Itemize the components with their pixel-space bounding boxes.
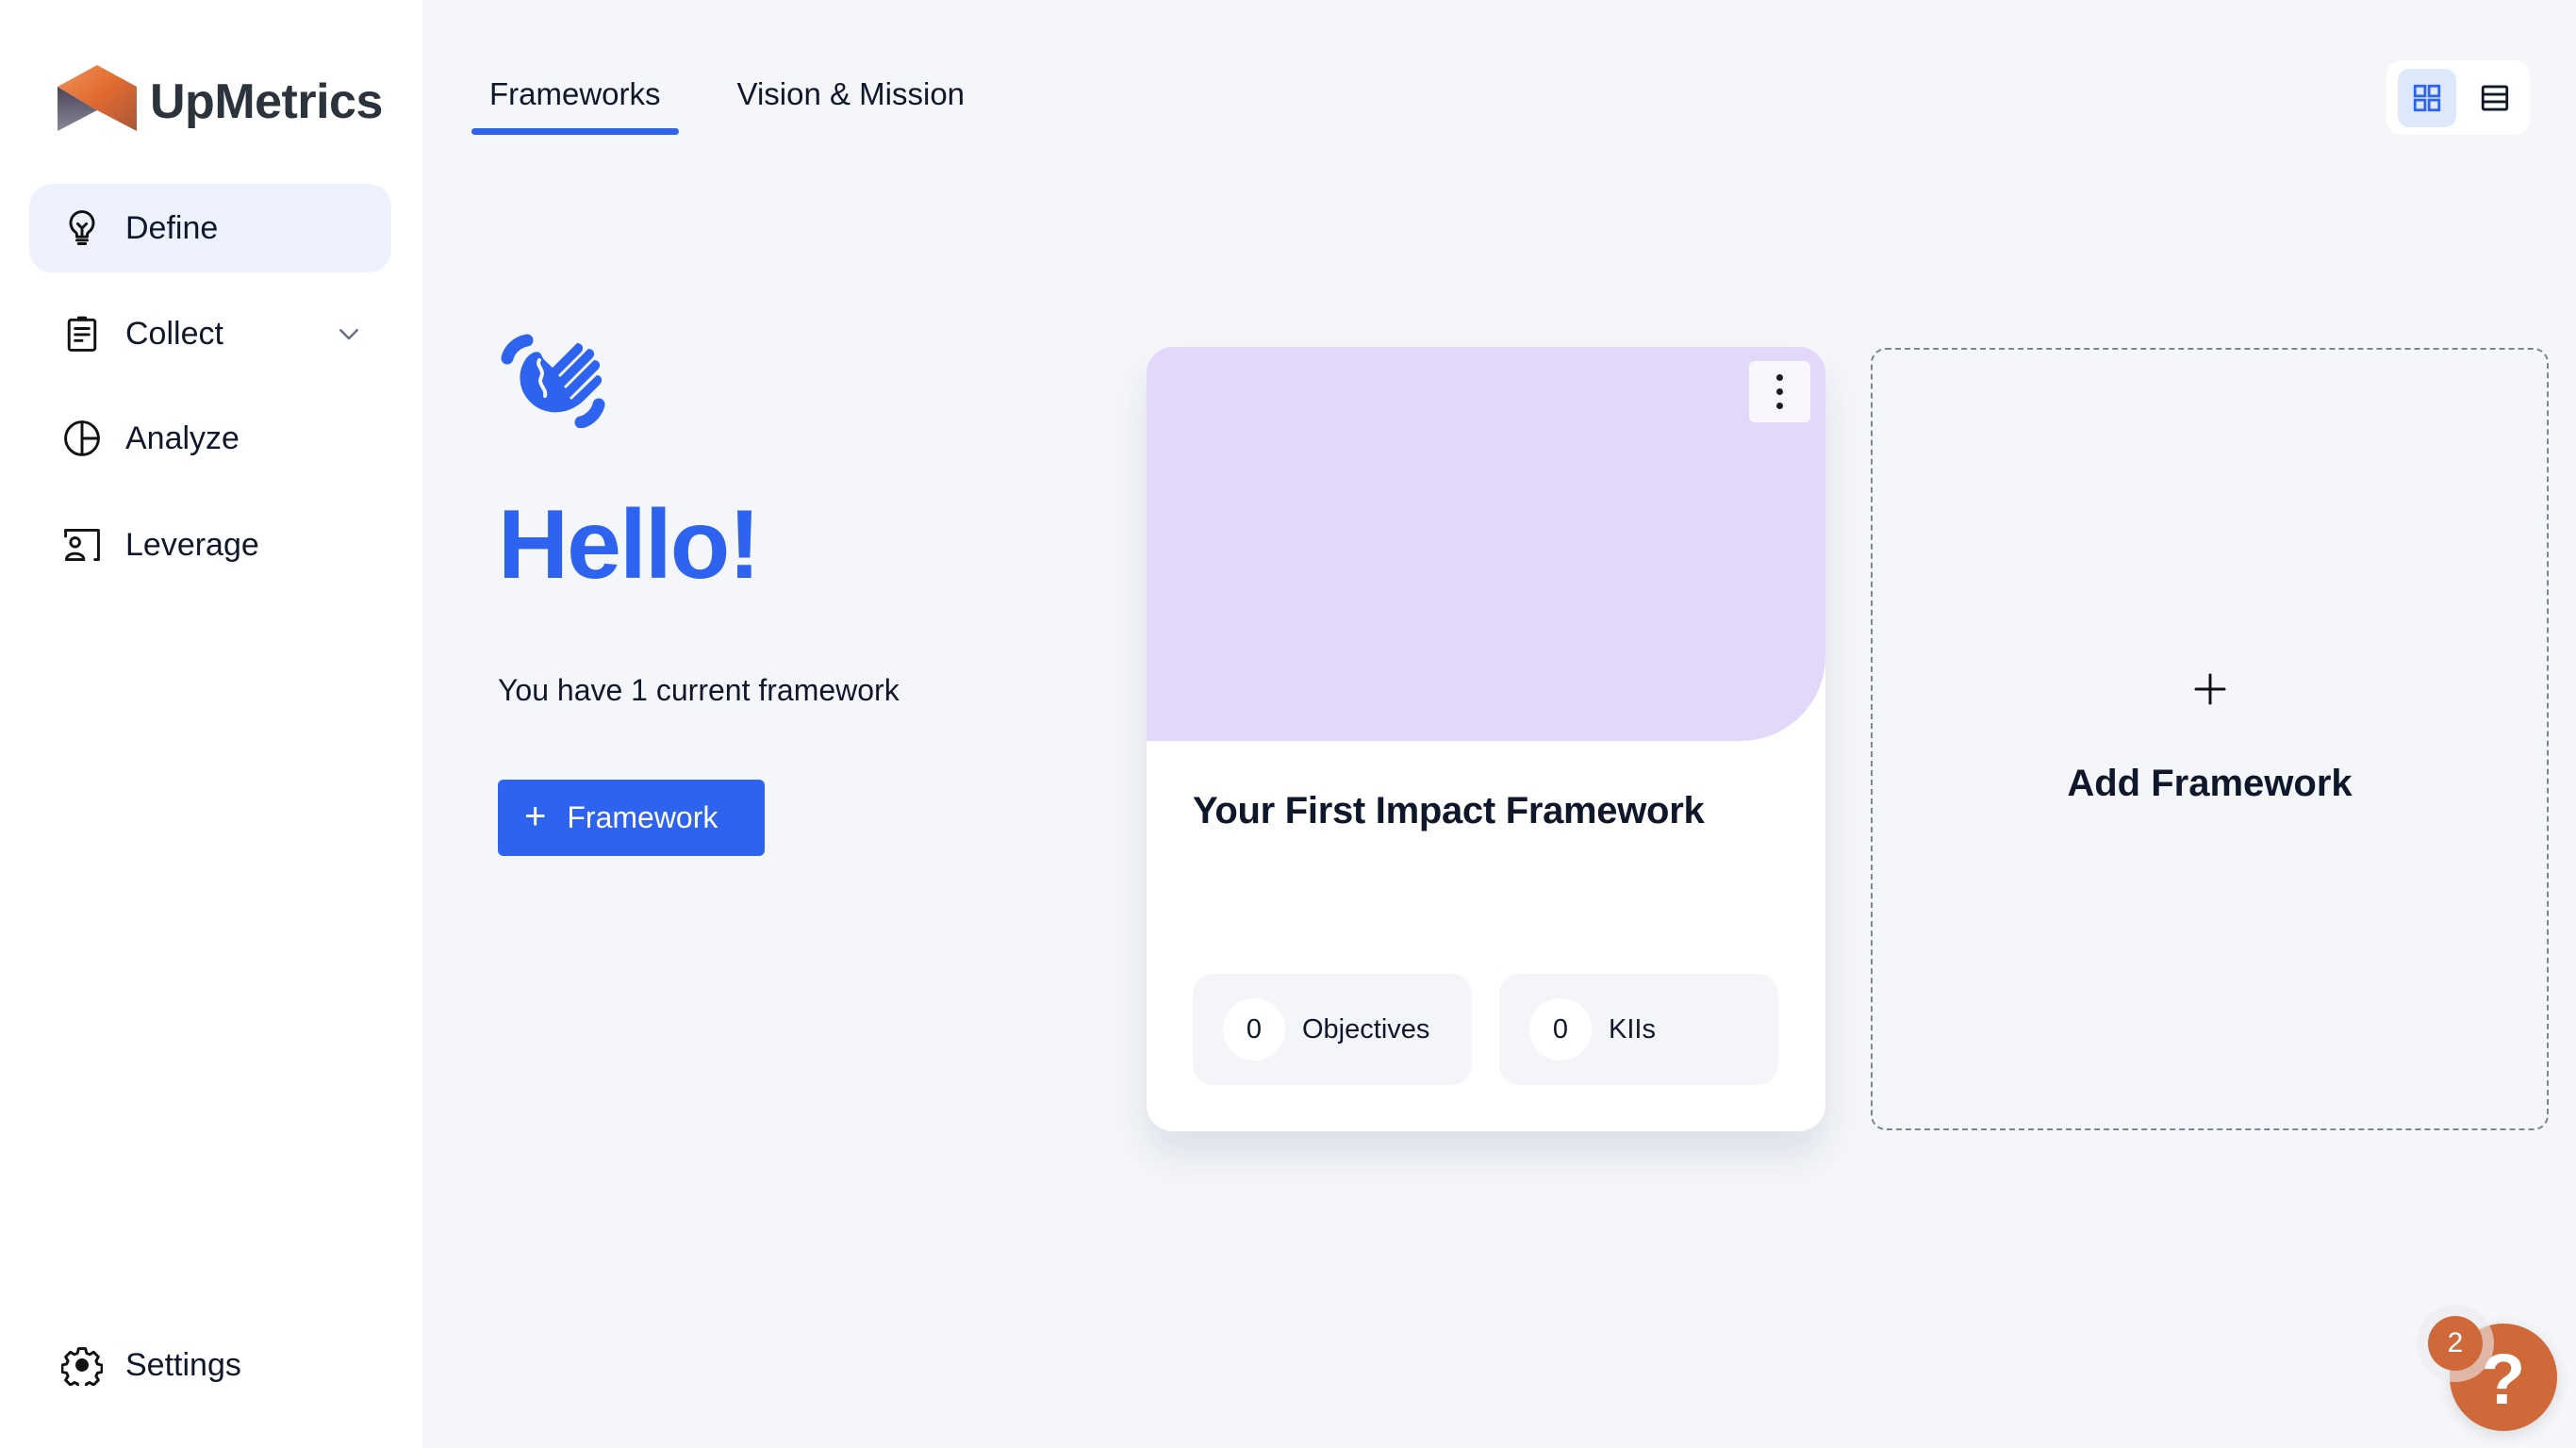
sidebar-item-collect[interactable]: Collect xyxy=(29,289,391,378)
sidebar-item-label: Leverage xyxy=(125,526,259,563)
sidebar-item-label: Settings xyxy=(125,1346,241,1383)
sidebar-item-label: Define xyxy=(125,209,219,246)
grid-icon xyxy=(2413,84,2441,111)
framework-card-header xyxy=(1147,347,1825,741)
sidebar-item-analyze[interactable]: Analyze xyxy=(29,394,391,483)
plus-icon xyxy=(1873,670,2547,717)
question-mark-icon: ? xyxy=(2481,1340,2526,1420)
list-view-button[interactable] xyxy=(2466,69,2524,127)
clipboard-icon xyxy=(61,313,103,354)
lightbulb-icon xyxy=(61,207,103,249)
add-framework-label: Add Framework xyxy=(2067,763,2353,804)
plus-icon: + xyxy=(524,795,547,837)
add-framework-button[interactable]: + Framework xyxy=(498,780,765,856)
objectives-count: 0 xyxy=(1223,998,1285,1061)
sidebar-item-label: Analyze xyxy=(125,420,239,456)
sidebar-item-label: Collect xyxy=(125,315,223,352)
main-tabs: Frameworks Vision & Mission xyxy=(471,66,983,135)
pie-chart-icon xyxy=(61,418,103,459)
kiis-label: KIIs xyxy=(1609,1013,1656,1045)
user-card-icon xyxy=(61,524,103,566)
gear-icon xyxy=(61,1344,103,1386)
kebab-dot-icon xyxy=(1776,388,1783,395)
kebab-dot-icon xyxy=(1776,403,1783,409)
framework-card[interactable]: Your First Impact Framework 0 Objectives… xyxy=(1147,347,1825,1131)
notification-badge: 2 xyxy=(2428,1316,2483,1371)
tab-frameworks[interactable]: Frameworks xyxy=(471,66,679,135)
grid-view-button[interactable] xyxy=(2398,68,2456,127)
sidebar-item-leverage[interactable]: Leverage xyxy=(29,501,391,589)
objectives-label: Objectives xyxy=(1302,1013,1430,1045)
sidebar-item-define[interactable]: Define xyxy=(29,184,391,272)
kiis-stat: 0 KIIs xyxy=(1499,974,1778,1085)
logo[interactable]: UpMetrics xyxy=(56,62,383,134)
list-icon xyxy=(2481,85,2509,110)
kiis-count: 0 xyxy=(1529,998,1592,1061)
add-framework-button-label: Framework xyxy=(567,800,718,834)
add-framework-card[interactable]: Add Framework xyxy=(1871,348,2549,1130)
upmetrics-logo-icon xyxy=(58,65,137,131)
sidebar-item-settings[interactable]: Settings xyxy=(29,1321,391,1409)
framework-count-text: You have 1 current framework xyxy=(498,673,900,707)
more-options-button[interactable] xyxy=(1749,361,1810,422)
kebab-dot-icon xyxy=(1776,374,1783,381)
waving-hand-icon xyxy=(501,334,605,428)
greeting-heading: Hello! xyxy=(498,490,761,600)
tab-vision-mission[interactable]: Vision & Mission xyxy=(719,66,983,123)
objectives-stat: 0 Objectives xyxy=(1193,974,1472,1085)
view-toggle xyxy=(2386,60,2530,135)
framework-title: Your First Impact Framework xyxy=(1193,790,1705,831)
chevron-down-icon[interactable] xyxy=(335,320,363,348)
sidebar: UpMetrics Define Collect Analyze Leverag… xyxy=(0,0,422,1448)
app-name: UpMetrics xyxy=(150,74,383,129)
